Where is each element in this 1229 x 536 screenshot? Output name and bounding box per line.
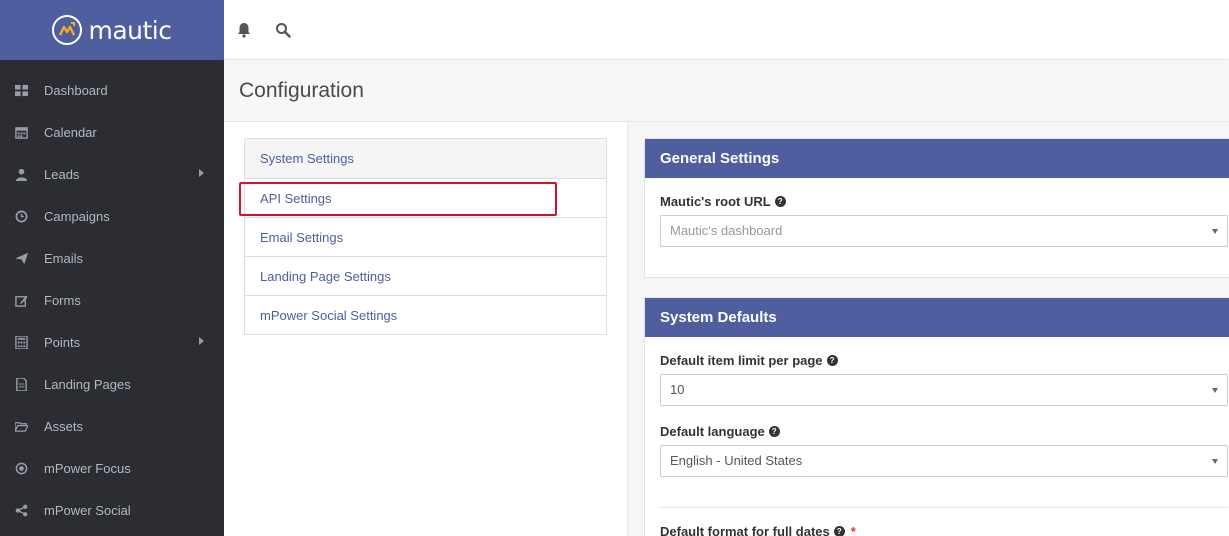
panel-heading: General Settings bbox=[645, 139, 1229, 178]
help-icon[interactable]: ? bbox=[833, 526, 845, 536]
brand-name: mautic bbox=[88, 15, 172, 45]
root-url-select[interactable]: Mautic's dashboard bbox=[660, 215, 1228, 247]
search-icon[interactable] bbox=[274, 21, 292, 39]
sidebar: mautic Dashboard Calendar Leads Campaign… bbox=[0, 0, 224, 536]
item-limit-select[interactable]: 10 bbox=[660, 374, 1228, 406]
sidebar-item-mpower-social[interactable]: mPower Social bbox=[0, 489, 224, 531]
settings-tab-email[interactable]: Email Settings bbox=[245, 217, 606, 256]
sidebar-item-label: Emails bbox=[44, 250, 84, 266]
clock-icon bbox=[14, 209, 28, 223]
edit-icon bbox=[14, 293, 28, 307]
settings-nav-list: System Settings API Settings Email Setti… bbox=[244, 138, 607, 335]
field-label-text: Default language bbox=[660, 424, 765, 439]
calculator-icon bbox=[14, 335, 28, 349]
main-content: System Settings API Settings Email Setti… bbox=[224, 122, 1229, 536]
user-icon bbox=[14, 167, 28, 181]
sidebar-item-mpower-focus[interactable]: mPower Focus bbox=[0, 447, 224, 489]
sidebar-item-label: Campaigns bbox=[44, 208, 110, 224]
sidebar-item-label: Points bbox=[44, 334, 81, 350]
settings-nav-column: System Settings API Settings Email Setti… bbox=[224, 122, 628, 536]
help-icon[interactable]: ? bbox=[774, 196, 786, 207]
divider bbox=[660, 507, 1228, 508]
share-icon bbox=[14, 503, 28, 517]
select-value: Mautic's dashboard bbox=[670, 223, 783, 238]
sidebar-item-label: Leads bbox=[44, 166, 80, 182]
submenu-caret-icon bbox=[199, 169, 204, 177]
file-icon bbox=[14, 377, 28, 391]
field-label-text: Default format for full dates bbox=[660, 524, 830, 536]
general-settings-panel: General Settings Mautic's root URL ? Mau… bbox=[644, 138, 1229, 278]
bell-icon[interactable] bbox=[235, 21, 253, 39]
field-label-text: Mautic's root URL bbox=[660, 194, 771, 209]
sidebar-item-forms[interactable]: Forms bbox=[0, 279, 224, 321]
select-value: 10 bbox=[670, 382, 685, 397]
sidebar-item-assets[interactable]: Assets bbox=[0, 405, 224, 447]
sidebar-item-points[interactable]: Points bbox=[0, 321, 224, 363]
settings-tab-mpower-social[interactable]: mPower Social Settings bbox=[245, 295, 606, 334]
page-header: Configuration bbox=[224, 61, 1229, 122]
folder-open-icon bbox=[14, 419, 28, 433]
field-label-text: Default item limit per page bbox=[660, 353, 823, 368]
submenu-caret-icon bbox=[199, 337, 204, 345]
settings-tab-api[interactable]: API Settings bbox=[245, 178, 606, 217]
help-icon[interactable]: ? bbox=[768, 426, 780, 437]
sidebar-item-label: Calendar bbox=[44, 124, 97, 140]
sidebar-nav: Dashboard Calendar Leads Campaigns Email… bbox=[0, 69, 224, 531]
mautic-logo-icon bbox=[52, 15, 83, 45]
required-marker: * bbox=[850, 524, 856, 536]
settings-tab-system[interactable]: System Settings bbox=[245, 139, 606, 178]
chevron-down-icon bbox=[1212, 388, 1218, 393]
top-header bbox=[224, 0, 1229, 60]
sidebar-item-label: mPower Focus bbox=[44, 460, 131, 476]
settings-tab-landing-page[interactable]: Landing Page Settings bbox=[245, 256, 606, 295]
language-label: Default language ? bbox=[660, 424, 1228, 439]
calendar-icon bbox=[14, 125, 28, 139]
sidebar-item-label: Landing Pages bbox=[44, 376, 131, 392]
system-defaults-panel: System Defaults Default item limit per p… bbox=[644, 297, 1229, 536]
send-icon bbox=[14, 251, 28, 265]
language-select[interactable]: English - United States bbox=[660, 445, 1228, 477]
root-url-label: Mautic's root URL ? bbox=[660, 194, 1228, 209]
chevron-down-icon bbox=[1212, 229, 1218, 234]
sidebar-item-label: Assets bbox=[44, 418, 84, 434]
dashboard-icon bbox=[14, 83, 28, 97]
sidebar-item-emails[interactable]: Emails bbox=[0, 237, 224, 279]
settings-form-column: General Settings Mautic's root URL ? Mau… bbox=[628, 122, 1229, 536]
sidebar-item-label: mPower Social bbox=[44, 502, 131, 518]
sidebar-item-label: Dashboard bbox=[44, 82, 108, 98]
help-icon[interactable]: ? bbox=[826, 355, 838, 366]
sidebar-item-calendar[interactable]: Calendar bbox=[0, 111, 224, 153]
page-title: Configuration bbox=[239, 79, 364, 102]
sidebar-item-landing-pages[interactable]: Landing Pages bbox=[0, 363, 224, 405]
sidebar-item-leads[interactable]: Leads bbox=[0, 153, 224, 195]
select-value: English - United States bbox=[670, 453, 803, 468]
brand-logo-area[interactable]: mautic bbox=[0, 0, 224, 60]
sidebar-item-label: Forms bbox=[44, 292, 81, 308]
sidebar-item-dashboard[interactable]: Dashboard bbox=[0, 69, 224, 111]
panel-heading: System Defaults bbox=[645, 298, 1229, 337]
chevron-down-icon bbox=[1212, 459, 1218, 464]
date-format-label: Default format for full dates ? * bbox=[660, 524, 1228, 536]
item-limit-label: Default item limit per page ? bbox=[660, 353, 1228, 368]
dot-circle-icon bbox=[14, 461, 28, 475]
sidebar-item-campaigns[interactable]: Campaigns bbox=[0, 195, 224, 237]
